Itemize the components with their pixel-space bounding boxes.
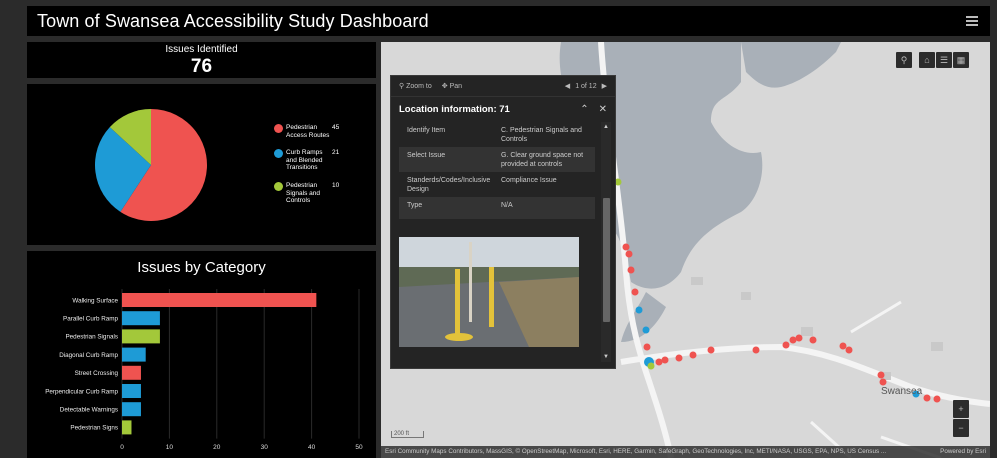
basemap-gallery-icon[interactable]: ▦	[953, 52, 969, 68]
bar[interactable]	[122, 402, 141, 417]
menu-icon[interactable]	[966, 15, 980, 27]
x-tick-label: 20	[213, 444, 221, 451]
bar[interactable]	[122, 420, 132, 435]
map-attribution: Esri Community Maps Contributors, MassGI…	[381, 446, 990, 458]
popup-toolbar: ⚲ Zoom to ✥ Pan ◀ 1 of 12 ▶	[391, 76, 615, 97]
category-label: Detectable Warnings	[60, 407, 118, 414]
bar[interactable]	[122, 329, 160, 344]
collapse-icon[interactable]: ⌃	[580, 104, 588, 115]
bar[interactable]	[122, 365, 141, 380]
category-label: Parallel Curb Ramp	[63, 316, 118, 323]
x-tick-label: 50	[355, 444, 363, 451]
bar-chart: 0 10 20 30 40 50 Walking Surface Parallel Curb …	[45, 289, 363, 451]
issues-identified-label: Issues Identified	[165, 44, 238, 55]
popup-content[interactable]: Identify Item C. Pedestrian Signals and …	[399, 122, 595, 362]
zoom-in-button[interactable]: +	[953, 400, 969, 418]
category-label: Diagonal Curb Ramp	[59, 352, 118, 359]
legend-item[interactable]: Pedestrian Signals and Controls 10	[274, 182, 339, 205]
legend-value: 45	[332, 124, 340, 131]
zoom-to-button[interactable]: ⚲ Zoom to	[399, 82, 432, 90]
legend-item[interactable]: Pedestrian Access Routes 45	[274, 124, 339, 139]
x-tick-label: 30	[261, 444, 269, 451]
category-label: Street Crossing	[75, 370, 119, 377]
category-label: Pedestrian Signals	[65, 334, 118, 341]
bar[interactable]	[122, 293, 317, 307]
place-label: Swansea	[881, 386, 923, 397]
zoom-out-button[interactable]: −	[953, 419, 969, 437]
x-tick-label: 0	[120, 444, 124, 451]
dashboard-header: Town of Swansea Accessibility Study Dash…	[27, 6, 990, 36]
feature-pager: 1 of 12	[575, 82, 597, 90]
attribute-row: Standerds/Codes/Inclusive Design Complia…	[407, 177, 557, 193]
dashboard-title: Town of Swansea Accessibility Study Dash…	[37, 10, 429, 31]
legend-value: 21	[332, 149, 340, 156]
bar-chart-panel: Issues by Category 0 10 20 30 40 50 Walking Su…	[27, 251, 376, 458]
legend-item[interactable]: Curb Ramps and Blended Transitions 21	[274, 149, 339, 172]
issues-identified-panel: Issues Identified 76	[27, 42, 376, 78]
legend-swatch	[274, 182, 283, 191]
pan-icon: ✥	[441, 83, 448, 90]
category-label: Perpendicular Curb Ramp	[45, 388, 118, 395]
previous-feature-button[interactable]: ◀	[565, 82, 570, 90]
legend-swatch	[274, 124, 283, 133]
search-icon[interactable]: ⚲	[896, 52, 912, 68]
attribute-row: Type N/A	[399, 197, 595, 219]
bar[interactable]	[122, 384, 141, 398]
legend-swatch	[274, 149, 283, 158]
bar[interactable]	[122, 347, 146, 362]
location-popup: ⚲ Zoom to ✥ Pan ◀ 1 of 12 ▶ Location inf…	[390, 75, 616, 369]
pan-button[interactable]: ✥ Pan	[442, 82, 462, 90]
legend-label: Pedestrian Access Routes	[286, 124, 330, 139]
legend-value: 10	[332, 182, 340, 189]
attribute-row: Identify Item C. Pedestrian Signals and …	[407, 127, 582, 143]
issues-identified-value: 76	[190, 56, 213, 77]
zoom-to-icon: ⚲	[399, 83, 405, 90]
x-tick-label: 10	[166, 444, 174, 451]
legend-label: Pedestrian Signals and Controls	[286, 182, 320, 204]
popup-title: Location information: 71	[399, 103, 510, 115]
category-label: Pedestrian Signs	[70, 425, 118, 432]
category-label: Walking Surface	[72, 297, 118, 304]
legend-label: Curb Ramps and Blended Transitions	[286, 149, 323, 171]
next-feature-button[interactable]: ▶	[602, 82, 607, 90]
scale-bar: 200 ft	[391, 431, 425, 438]
x-tick-label: 40	[308, 444, 316, 451]
site-photo[interactable]	[399, 237, 579, 347]
bar[interactable]	[122, 311, 160, 326]
powered-by-esri[interactable]: Powered by Esri	[940, 448, 986, 456]
pie-chart-panel: Pedestrian Access Routes 45 Curb Ramps and…	[27, 84, 376, 245]
legend-icon[interactable]: ☰	[936, 52, 952, 68]
close-icon[interactable]: ✕	[599, 104, 607, 115]
attribution-text: Esri Community Maps Contributors, MassGI…	[385, 448, 887, 455]
attribute-row: Select Issue G. Clear ground space not p…	[399, 147, 595, 172]
home-icon[interactable]: ⌂	[919, 52, 935, 68]
map-panel[interactable]: Swansea ⚲ ⌂ ☰ ▦ + − 200 ft Esri Communit…	[381, 42, 990, 458]
popup-title-bar: Location information: 71 ⌃ ✕	[391, 97, 615, 121]
popup-scrollbar[interactable]: ▲ ▼	[601, 122, 611, 362]
